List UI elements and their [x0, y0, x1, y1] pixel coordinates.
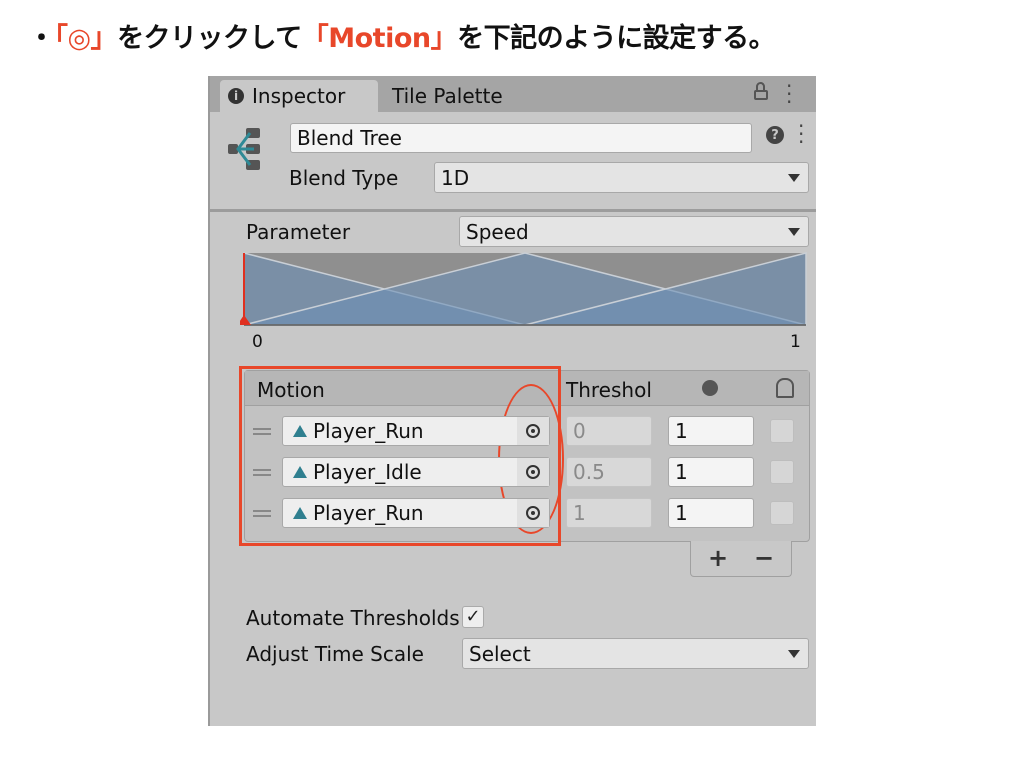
motion-object-field[interactable]: Player_Idle [282, 457, 550, 487]
parameter-dropdown[interactable]: Speed [459, 216, 809, 247]
threshold-header: Threshol [566, 378, 652, 402]
list-footer [690, 541, 792, 577]
adjust-time-scale-dropdown[interactable]: Select [462, 638, 809, 669]
motion-name: Player_Run [313, 419, 424, 443]
tab-label: Tile Palette [392, 84, 503, 108]
remove-motion-button[interactable]: − [754, 544, 774, 572]
mirror-checkbox[interactable] [770, 460, 794, 484]
time-scale-field[interactable]: 1 [668, 498, 754, 528]
object-picker-button[interactable] [517, 499, 549, 527]
tab-bar: i Inspector Tile Palette · · · [210, 76, 816, 112]
object-picker-button[interactable] [517, 458, 549, 486]
chevron-down-icon [788, 649, 800, 658]
instruction-motion-text: 「Motion」 [301, 23, 458, 54]
inspector-panel: i Inspector Tile Palette · · · Blend Tree … [208, 76, 816, 726]
lock-icon[interactable] [754, 90, 768, 100]
adjust-time-scale-label: Adjust Time Scale [246, 642, 424, 666]
graph-min-label: 0 [252, 332, 263, 352]
divider [210, 209, 816, 212]
kebab-menu-icon[interactable]: · · · [786, 76, 792, 112]
tab-label: Inspector [252, 84, 346, 108]
instruction-post: を下記のように設定する。 [457, 23, 776, 54]
motion-object-field[interactable]: Player_Run [282, 416, 550, 446]
motion-name: Player_Idle [313, 460, 422, 484]
animation-clip-icon [293, 466, 307, 478]
bullet: ・ [28, 23, 55, 54]
motion-name: Player_Run [313, 501, 424, 525]
blend-tree-name-input[interactable]: Blend Tree [290, 123, 752, 153]
dropdown-value: Select [469, 641, 531, 666]
drag-handle-icon[interactable] [253, 469, 271, 476]
time-scale-field[interactable]: 1 [668, 416, 754, 446]
add-motion-button[interactable]: + [708, 544, 728, 572]
info-icon: i [228, 88, 244, 104]
dropdown-value: 1D [441, 165, 470, 190]
threshold-field[interactable]: 1 [566, 498, 652, 528]
mirror-checkbox[interactable] [770, 501, 794, 525]
blend-tree-icon [228, 128, 260, 170]
tab-tile-palette[interactable]: Tile Palette [392, 80, 503, 112]
instruction-mid: をクリックして [117, 23, 302, 54]
object-picker-button[interactable] [517, 417, 549, 445]
automate-thresholds-label: Automate Thresholds [246, 606, 460, 630]
threshold-field[interactable]: 0.5 [566, 457, 652, 487]
parameter-label: Parameter [246, 220, 351, 244]
threshold-field[interactable]: 0 [566, 416, 652, 446]
animation-clip-icon [293, 507, 307, 519]
component-menu-icon[interactable]: · · · [798, 116, 804, 152]
help-icon[interactable]: ? [766, 126, 784, 144]
blend-type-dropdown[interactable]: 1D [434, 162, 809, 193]
blend-graph[interactable] [240, 249, 810, 329]
blend-type-label: Blend Type [289, 166, 399, 190]
target-icon [526, 465, 540, 479]
target-icon [526, 506, 540, 520]
time-scale-field[interactable]: 1 [668, 457, 754, 487]
time-scale-icon [702, 380, 718, 396]
graph-max-label: 1 [790, 332, 801, 352]
instruction-target-icon-text: 「◎」 [54, 23, 118, 54]
target-icon [526, 424, 540, 438]
drag-handle-icon[interactable] [253, 428, 271, 435]
mirror-checkbox[interactable] [770, 419, 794, 443]
lock-shackle [756, 82, 765, 91]
motion-object-field[interactable]: Player_Run [282, 498, 550, 528]
animation-clip-icon [293, 425, 307, 437]
automate-thresholds-checkbox[interactable]: ✓ [462, 606, 484, 628]
chevron-down-icon [788, 173, 800, 182]
tab-inspector[interactable]: i Inspector [220, 80, 378, 112]
chevron-down-icon [788, 227, 800, 236]
mirror-icon [776, 378, 794, 398]
dropdown-value: Speed [466, 219, 529, 244]
instruction-text: ・「◎」をクリックして「Motion」を下記のように設定する。 [28, 16, 776, 55]
drag-handle-icon[interactable] [253, 510, 271, 517]
